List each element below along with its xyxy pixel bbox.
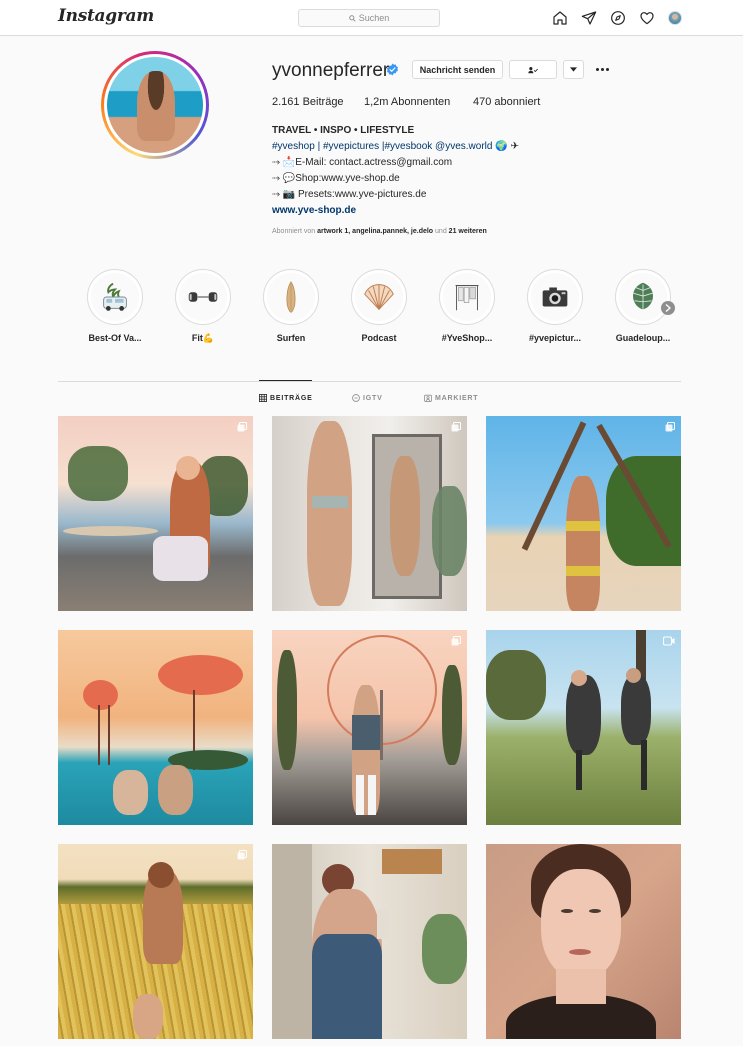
carousel-icon	[665, 422, 675, 432]
clothes-rack-icon	[455, 285, 479, 311]
tab-label: MARKIERT	[435, 394, 479, 402]
highlight-label: #YveShop...	[441, 333, 493, 343]
tabs-divider	[58, 381, 681, 382]
carousel-icon	[451, 636, 461, 646]
bio-email-line: ⤑ 📩E-Mail: contact.actress@gmail.com	[272, 157, 453, 168]
highlight-label: Guadeloup...	[615, 333, 671, 343]
van-icon	[103, 282, 127, 311]
post-thumbnail[interactable]	[58, 844, 253, 1039]
carousel-icon	[451, 422, 461, 432]
carousel-icon	[237, 422, 247, 432]
profile-avatar-story-ring[interactable]	[101, 51, 209, 159]
dumbbell-icon	[188, 292, 218, 302]
tab-label: BEITRÄGE	[270, 394, 313, 402]
verified-badge-icon	[387, 63, 398, 76]
tab-label: IGTV	[363, 394, 383, 402]
bio-title: TRAVEL • INSPO • LIFESTYLE	[272, 125, 415, 136]
nav-icon-group	[552, 10, 682, 26]
highlight-item[interactable]: Best-Of Va...	[71, 269, 159, 343]
surfboard-icon	[286, 281, 296, 313]
highlight-label: Fit💪	[191, 333, 215, 343]
profile-bio: TRAVEL • INSPO • LIFESTYLE #yveshop | #y…	[272, 123, 572, 219]
search-placeholder: Suchen	[358, 13, 390, 23]
highlight-item[interactable]: Fit💪	[159, 269, 247, 344]
search-input[interactable]: Suchen	[298, 9, 440, 27]
bio-emoji: 🌍 ✈	[492, 141, 519, 152]
post-thumbnail[interactable]	[486, 844, 681, 1039]
highlight-label: #yvepictur...	[528, 333, 582, 343]
tab-tagged[interactable]: MARKIERT	[424, 394, 478, 402]
send-message-button[interactable]: Nachricht senden	[412, 60, 503, 79]
profile-stats: 2.161 Beiträge 1,2m Abonnenten 470 abonn…	[272, 96, 540, 108]
profile-username: yvonnepferrer	[272, 60, 390, 81]
post-thumbnail[interactable]	[486, 416, 681, 611]
search-icon	[348, 14, 356, 22]
profile-avatar-icon[interactable]	[668, 11, 682, 25]
highlight-label: Surfen	[276, 333, 306, 343]
followers-count[interactable]: 1,2m Abonnenten	[364, 96, 473, 108]
bio-presets-line: ⤑ 📷 Presets:www.yve-pictures.de	[272, 189, 427, 200]
following-button[interactable]	[509, 60, 557, 79]
chevron-right-icon	[665, 304, 671, 312]
tab-posts[interactable]: BEITRÄGE	[259, 394, 313, 402]
post-thumbnail[interactable]	[58, 416, 253, 611]
direct-icon[interactable]	[581, 10, 597, 26]
igtv-icon	[352, 394, 360, 402]
posts-count: 2.161 Beiträge	[272, 96, 344, 108]
bio-hashtags[interactable]: #yveshop | #yvepictures |#yvesbook @yves…	[272, 141, 492, 152]
chevron-down-icon	[570, 67, 577, 72]
post-thumbnail[interactable]	[272, 630, 467, 825]
tab-igtv[interactable]: IGTV	[352, 394, 383, 402]
post-thumbnail[interactable]	[272, 416, 467, 611]
bio-website-link[interactable]: www.yve-shop.de	[272, 203, 572, 219]
highlights-next-button[interactable]	[661, 301, 675, 315]
highlight-item[interactable]: #yvepictur...	[511, 269, 599, 343]
palm-leaf-icon	[633, 282, 653, 310]
suggestions-dropdown-button[interactable]	[563, 60, 584, 79]
highlight-label: Best-Of Va...	[88, 333, 142, 343]
bio-shop-line: ⤑ 💬Shop:www.yve-shop.de	[272, 173, 400, 184]
home-icon[interactable]	[552, 10, 568, 26]
explore-icon[interactable]	[610, 10, 626, 26]
highlight-item[interactable]: #YveShop...	[423, 269, 511, 343]
grid-icon	[259, 394, 267, 402]
post-thumbnail[interactable]	[272, 844, 467, 1039]
profile-avatar	[107, 57, 203, 153]
highlight-label: Podcast	[361, 333, 397, 343]
post-thumbnail[interactable]	[58, 630, 253, 825]
tagged-icon	[424, 394, 432, 402]
highlight-item[interactable]: Podcast	[335, 269, 423, 343]
igtv-icon	[663, 636, 675, 646]
highlight-item[interactable]: Surfen	[247, 269, 335, 343]
following-count[interactable]: 470 abonniert	[473, 96, 540, 108]
more-dots-icon[interactable]	[594, 60, 610, 79]
active-tab-indicator	[259, 380, 312, 381]
camera-icon	[542, 287, 568, 307]
top-navigation-bar: Instagram Suchen	[0, 0, 743, 36]
person-check-icon	[528, 66, 538, 73]
activity-heart-icon[interactable]	[639, 10, 655, 26]
carousel-icon	[237, 850, 247, 860]
followed-by-text[interactable]: Abonniert von artwork 1, angelina.pannek…	[272, 228, 487, 235]
instagram-logo[interactable]: Instagram	[58, 6, 154, 26]
post-thumbnail[interactable]	[486, 630, 681, 825]
shell-icon	[364, 284, 394, 311]
